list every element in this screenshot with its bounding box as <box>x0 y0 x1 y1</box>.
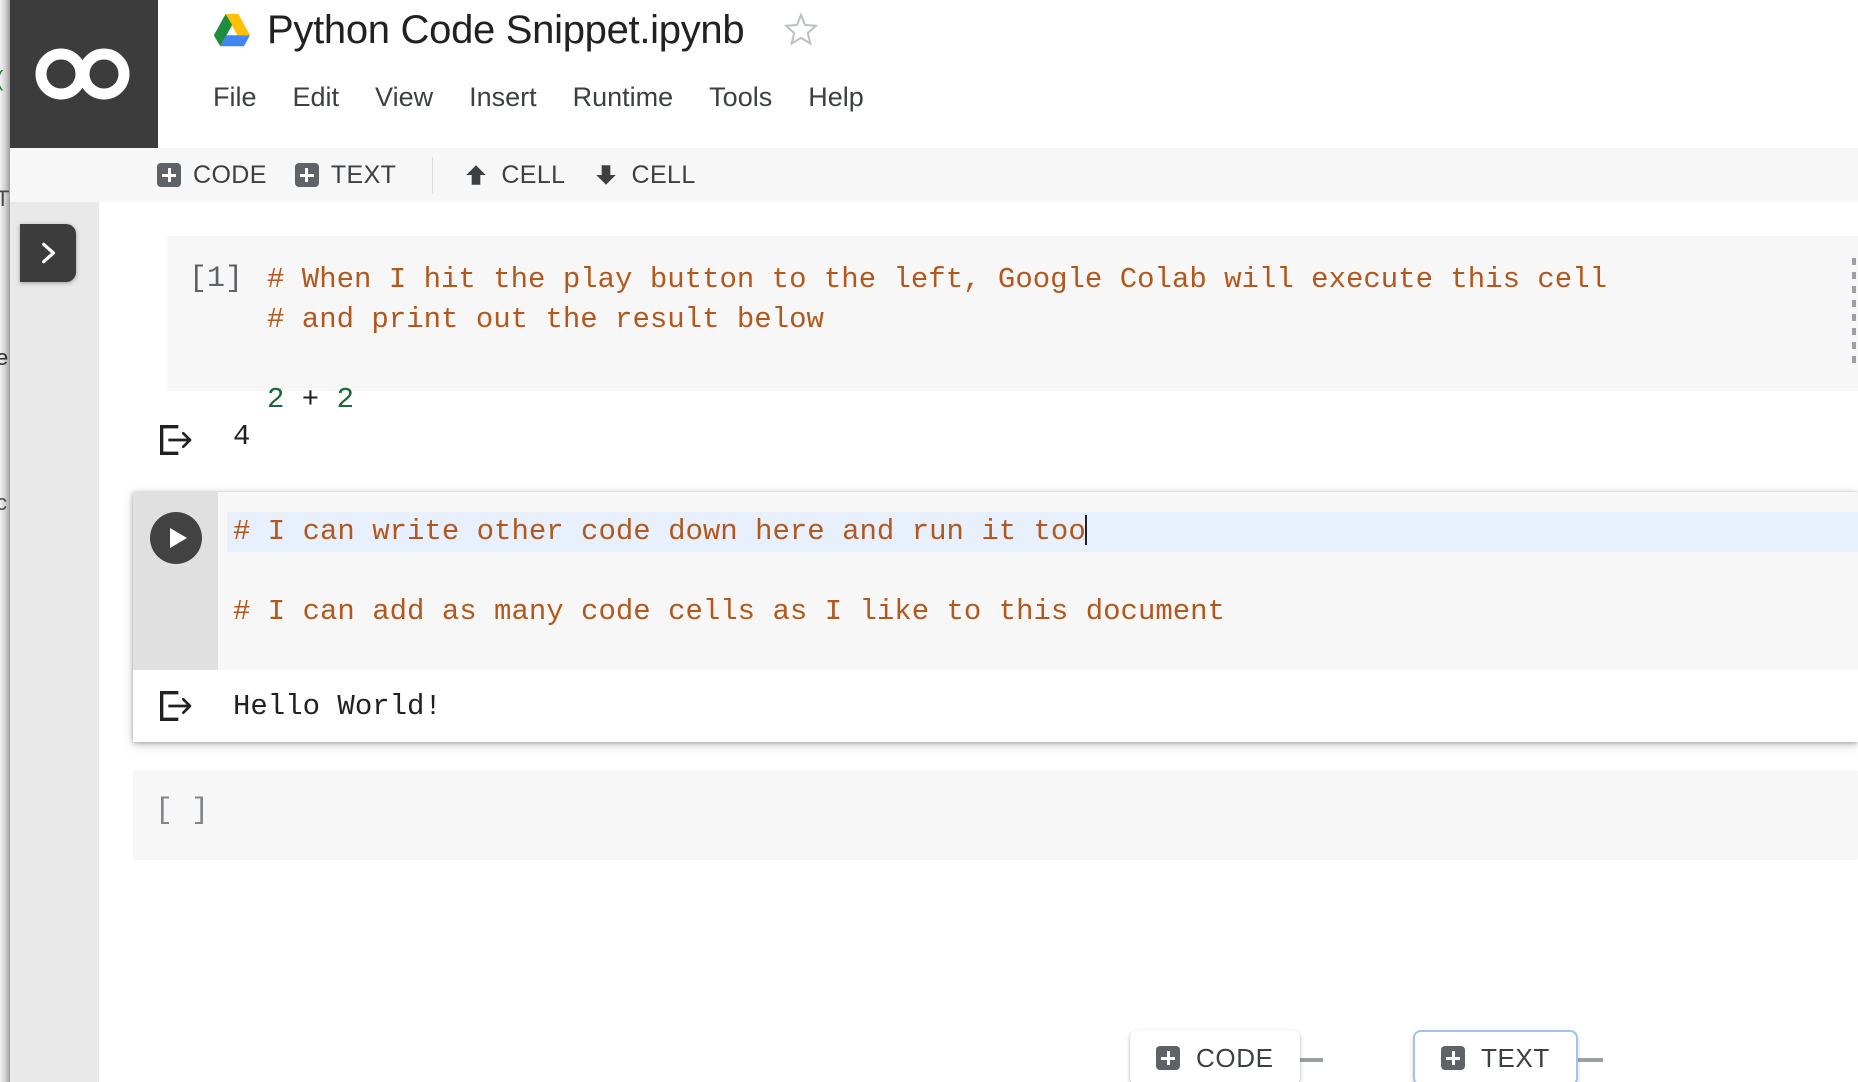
add-text-cell-label: TEXT <box>330 160 397 189</box>
move-cell-up-label: CELL <box>501 160 566 189</box>
page-title[interactable]: Python Code Snippet.ipynb <box>267 10 745 50</box>
chevron-right-icon <box>35 238 61 268</box>
cell-1-scroll-indicator[interactable] <box>1852 258 1856 368</box>
cell-1-operator: + <box>284 383 337 416</box>
floating-add-text-label: TEXT <box>1481 1042 1550 1073</box>
menu-tools[interactable]: Tools <box>691 76 790 119</box>
sidebar-rail <box>10 202 99 1082</box>
notebook-scroll-area[interactable]: [1] # When I hit the play button to the … <box>99 202 1858 1082</box>
text-caret <box>1084 515 1087 545</box>
floating-add-text-button[interactable]: TEXT <box>1413 1030 1578 1082</box>
colab-window: ( T e c Python Code Snippet.ipynb <box>0 0 1858 1082</box>
menu-edit[interactable]: Edit <box>275 76 358 119</box>
cell-1-operand-b: 2 <box>336 383 355 416</box>
add-code-cell-button[interactable]: CODE <box>143 157 281 194</box>
plus-square-icon <box>1441 1046 1465 1070</box>
cell-3-prompt: [ ] <box>155 794 210 828</box>
notebook-toolbar: CODE TEXT CELL CELL <box>10 148 1858 202</box>
cell-2-comment-line-1: # I can write other code down here and r… <box>233 515 1086 548</box>
code-cell-2[interactable]: # I can write other code down here and r… <box>133 492 1858 742</box>
menu-help[interactable]: Help <box>790 76 882 119</box>
cell-1-comment-line-2: # and print out the result below <box>267 303 824 336</box>
move-cell-up-button[interactable]: CELL <box>449 157 579 194</box>
floating-add-code-button[interactable]: CODE <box>1130 1030 1300 1082</box>
cell-2-output-value: Hello World! <box>233 689 442 723</box>
cell-2-comment-line-2: # I can add as many code cells as I like… <box>233 595 1225 628</box>
notebook-body: [1] # When I hit the play button to the … <box>10 202 1858 1082</box>
cell-1-prompt: [1] <box>189 262 244 296</box>
sidebar-toggle-button[interactable] <box>20 224 76 282</box>
arrow-up-icon <box>463 162 489 188</box>
cell-1-output-row: 4 <box>133 420 250 460</box>
edge-ghost-text-2: e <box>0 345 9 370</box>
arrow-down-icon <box>593 162 619 188</box>
cell-1-output-value: 4 <box>233 420 251 453</box>
move-cell-down-label: CELL <box>631 160 696 189</box>
document-title-row: Python Code Snippet.ipynb <box>213 10 820 50</box>
notebook-bottom-space <box>188 992 1858 1082</box>
star-outline-icon[interactable] <box>782 11 820 49</box>
cell-2-run-gutter <box>133 492 218 670</box>
code-cell-3-empty[interactable]: [ ] <box>133 770 1858 860</box>
move-cell-down-button[interactable]: CELL <box>579 157 709 194</box>
play-circle-icon[interactable] <box>150 512 202 564</box>
plus-square-icon <box>157 163 181 187</box>
code-cell-1[interactable]: [1] # When I hit the play button to the … <box>167 236 1858 416</box>
menu-bar: File Edit View Insert Runtime Tools Help <box>213 76 882 119</box>
edge-ghost-text-4: ( <box>0 66 10 92</box>
browser-edge-sliver <box>0 0 10 1082</box>
menu-file[interactable]: File <box>213 76 275 119</box>
add-text-cell-button[interactable]: TEXT <box>281 157 411 194</box>
google-drive-icon <box>213 13 251 47</box>
edge-ghost-text-1: T <box>0 186 10 211</box>
cell-1-source[interactable]: # When I hit the play button to the left… <box>267 260 1858 420</box>
menu-runtime[interactable]: Runtime <box>555 76 692 119</box>
output-arrow-icon <box>155 420 195 460</box>
menu-view[interactable]: View <box>357 76 451 119</box>
plus-square-icon <box>294 163 319 187</box>
plus-square-icon <box>1156 1046 1180 1070</box>
output-arrow-icon <box>155 686 195 726</box>
colab-logo[interactable] <box>10 0 158 148</box>
cell-1-operand-a: 2 <box>267 383 285 416</box>
edge-ghost-text-3: c <box>0 490 7 515</box>
menu-insert[interactable]: Insert <box>451 76 555 119</box>
toolbar-divider <box>432 157 434 193</box>
cell-1-comment-line-1: # When I hit the play button to the left… <box>267 263 1608 296</box>
cell-2-output-row: Hello World! <box>133 670 1858 742</box>
add-code-cell-label: CODE <box>193 160 267 189</box>
floating-add-code-label: CODE <box>1196 1042 1274 1073</box>
add-cell-strip <box>188 1058 1858 1062</box>
app-header: Python Code Snippet.ipynb File Edit View… <box>0 0 1858 148</box>
play-triangle <box>170 528 187 548</box>
